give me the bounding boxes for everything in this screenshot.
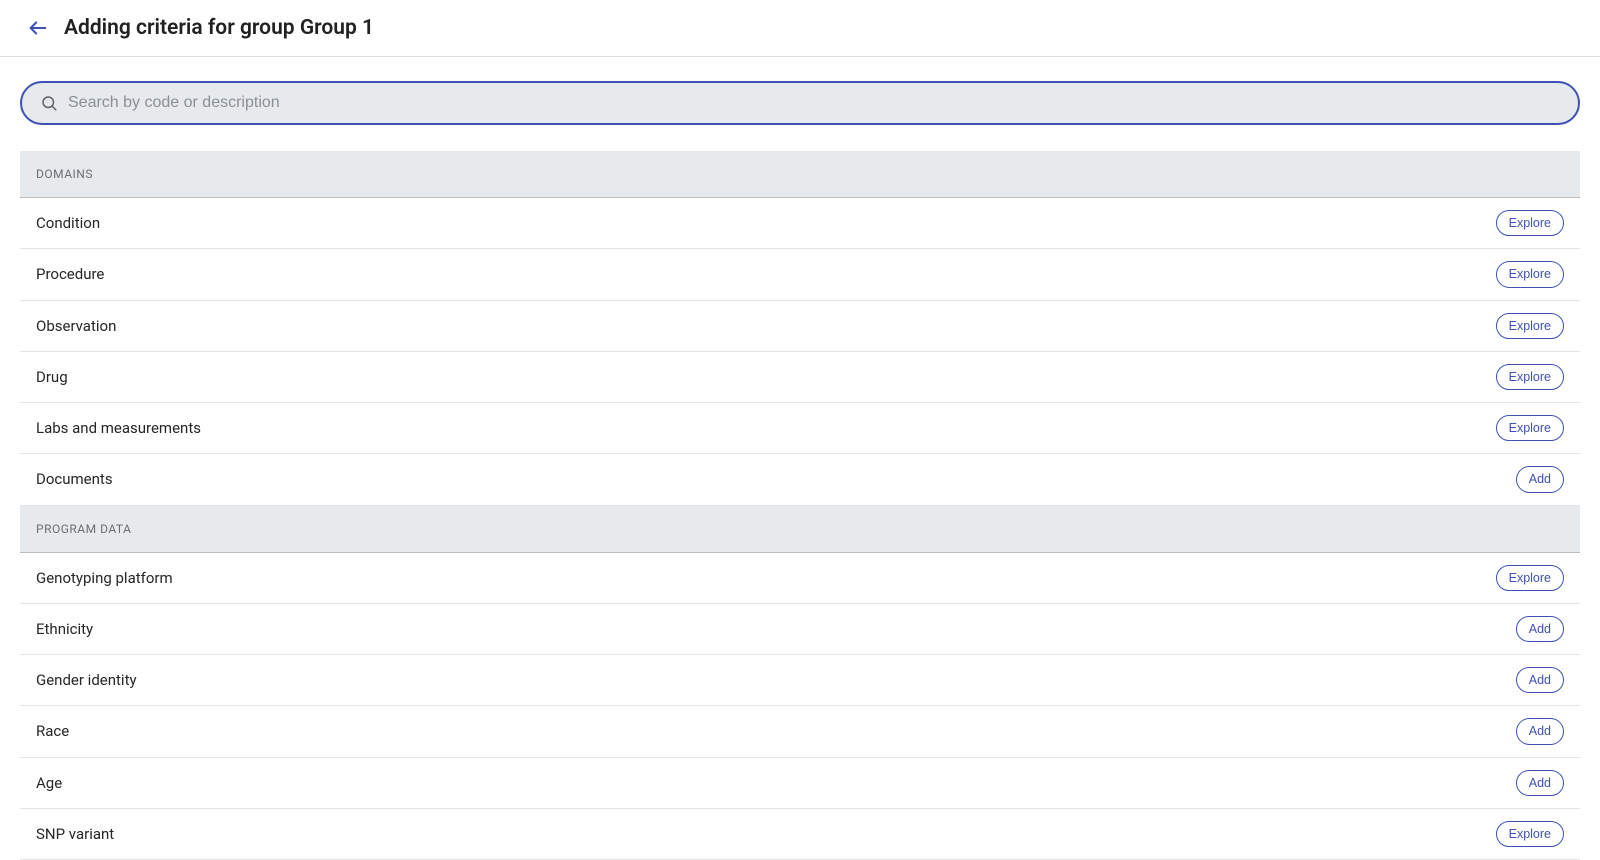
page-header: Adding criteria for group Group 1 bbox=[0, 0, 1600, 57]
criteria-row-documents: Documents Add bbox=[20, 454, 1580, 505]
criteria-row-observation: Observation Explore bbox=[20, 301, 1580, 352]
criteria-row-label: Documents bbox=[36, 470, 113, 488]
criteria-row-procedure: Procedure Explore bbox=[20, 249, 1580, 300]
criteria-row-ethnicity: Ethnicity Add bbox=[20, 604, 1580, 655]
criteria-row-label: Observation bbox=[36, 317, 116, 335]
search-input[interactable] bbox=[68, 94, 1560, 112]
criteria-row-label: SNP variant bbox=[36, 825, 114, 843]
criteria-row-label: Age bbox=[36, 774, 62, 792]
criteria-row-label: Procedure bbox=[36, 265, 104, 283]
search-field-wrap[interactable] bbox=[20, 81, 1580, 125]
explore-button[interactable]: Explore bbox=[1496, 565, 1564, 591]
content-area: DOMAINSConditionExploreProcedureExploreO… bbox=[0, 57, 1600, 860]
search-icon bbox=[40, 94, 58, 112]
criteria-row-labs-and-measurements: Labs and measurements Explore bbox=[20, 403, 1580, 454]
section-header-domains: DOMAINS bbox=[20, 151, 1580, 198]
explore-button[interactable]: Explore bbox=[1496, 821, 1564, 847]
criteria-row-label: Gender identity bbox=[36, 671, 137, 689]
criteria-row-condition: Condition Explore bbox=[20, 198, 1580, 249]
explore-button[interactable]: Explore bbox=[1496, 210, 1564, 236]
criteria-list: DOMAINSConditionExploreProcedureExploreO… bbox=[20, 151, 1580, 860]
criteria-row-snp-variant: SNP variant Explore bbox=[20, 809, 1580, 860]
back-arrow-icon[interactable] bbox=[24, 14, 52, 42]
criteria-row-age: Age Add bbox=[20, 758, 1580, 809]
add-button[interactable]: Add bbox=[1516, 667, 1564, 693]
criteria-row-label: Labs and measurements bbox=[36, 419, 201, 437]
explore-button[interactable]: Explore bbox=[1496, 313, 1564, 339]
criteria-row-race: Race Add bbox=[20, 706, 1580, 757]
add-button[interactable]: Add bbox=[1516, 718, 1564, 744]
add-button[interactable]: Add bbox=[1516, 466, 1564, 492]
page-title: Adding criteria for group Group 1 bbox=[64, 16, 374, 40]
add-button[interactable]: Add bbox=[1516, 770, 1564, 796]
criteria-row-label: Race bbox=[36, 722, 69, 740]
criteria-row-label: Condition bbox=[36, 214, 100, 232]
section-header-program-data: PROGRAM DATA bbox=[20, 506, 1580, 553]
explore-button[interactable]: Explore bbox=[1496, 261, 1564, 287]
criteria-row-drug: Drug Explore bbox=[20, 352, 1580, 403]
criteria-row-label: Genotyping platform bbox=[36, 569, 173, 587]
criteria-row-gender-identity: Gender identity Add bbox=[20, 655, 1580, 706]
criteria-row-genotyping-platform: Genotyping platform Explore bbox=[20, 553, 1580, 604]
criteria-row-label: Drug bbox=[36, 368, 68, 386]
explore-button[interactable]: Explore bbox=[1496, 364, 1564, 390]
explore-button[interactable]: Explore bbox=[1496, 415, 1564, 441]
add-button[interactable]: Add bbox=[1516, 616, 1564, 642]
criteria-row-label: Ethnicity bbox=[36, 620, 93, 638]
